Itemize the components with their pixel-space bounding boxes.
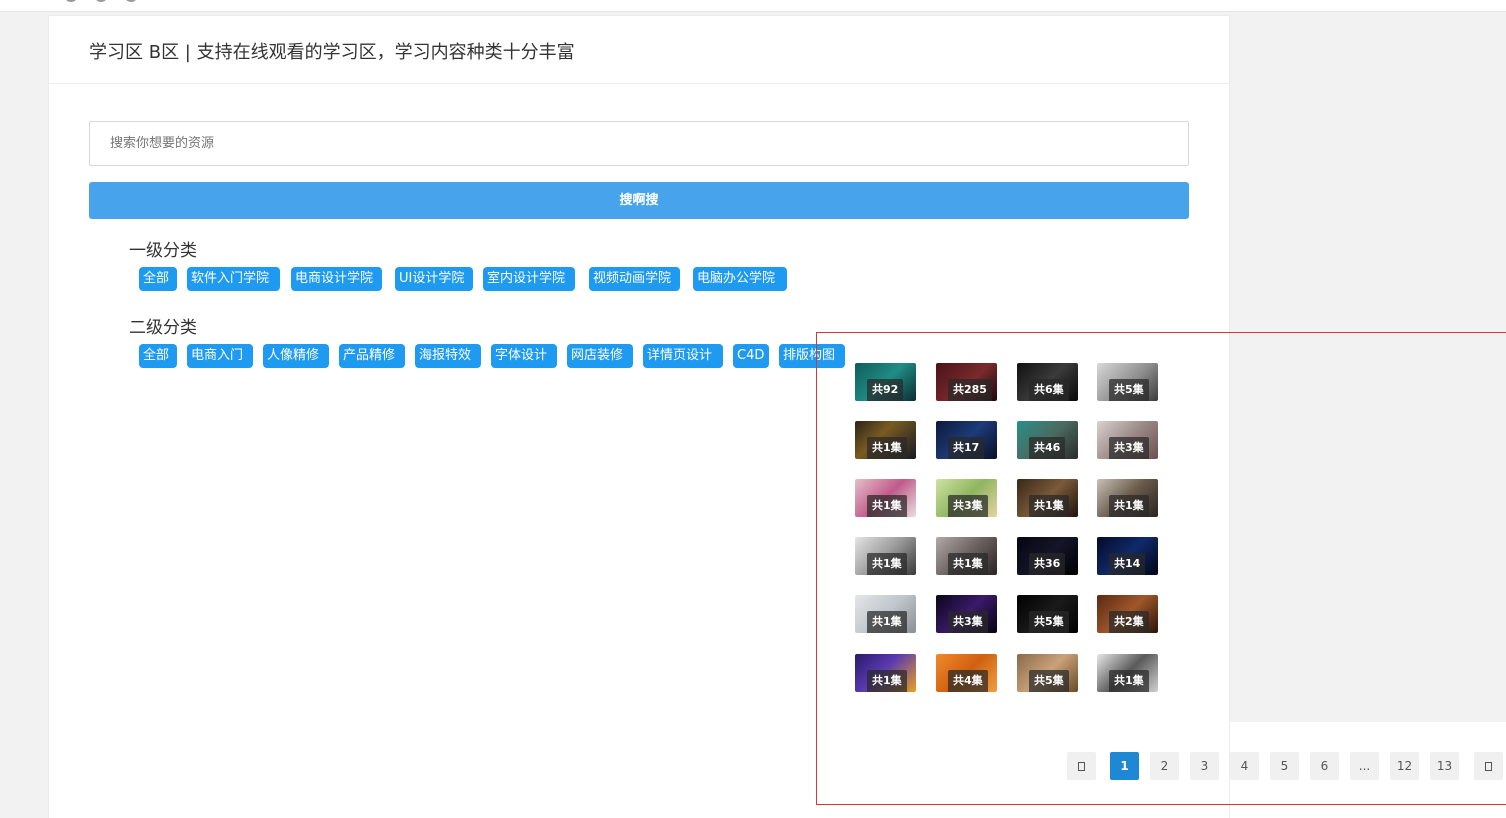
search-input[interactable] (89, 121, 1189, 166)
episode-count-badge: 共6集 (1029, 379, 1069, 401)
category-tag[interactable]: 软件入门学院 (187, 267, 280, 291)
video-thumbnail[interactable]: 共6集 (1017, 363, 1078, 401)
top-bar (0, 0, 1506, 12)
category-tag[interactable]: 海报特效 (415, 344, 481, 368)
study-area-card: 学习区 B区 | 支持在线观看的学习区，学习内容种类十分丰富 搜啊搜 一级分类 … (48, 15, 1230, 818)
episode-count-badge: 共5集 (1109, 379, 1149, 401)
video-thumbnail[interactable]: 共36 (1017, 537, 1078, 575)
episode-count-badge: 共46 (1029, 437, 1066, 459)
episode-count-badge: 共3集 (948, 611, 988, 633)
next-page-button[interactable] (1474, 752, 1503, 780)
page-button-1[interactable]: 1 (1110, 752, 1139, 780)
episode-count-badge: 共17 (948, 437, 985, 459)
page-button-2[interactable]: 2 (1150, 752, 1179, 780)
episode-count-badge: 共1集 (867, 670, 907, 692)
video-thumbnail[interactable]: 共1集 (855, 595, 916, 633)
prev-page-button[interactable] (1067, 752, 1096, 780)
page-ellipsis: ... (1350, 752, 1379, 780)
next-arrow-icon (1485, 762, 1492, 771)
video-thumbnail[interactable]: 共1集 (855, 479, 916, 517)
episode-count-badge: 共2集 (1109, 611, 1149, 633)
episode-count-badge: 共285 (948, 379, 992, 401)
category-tag[interactable]: 全部 (139, 267, 177, 291)
episode-count-badge: 共1集 (948, 553, 988, 575)
episode-count-badge: 共1集 (1109, 495, 1149, 517)
page-button-13[interactable]: 13 (1430, 752, 1459, 780)
category-tag[interactable]: 产品精修 (339, 344, 405, 368)
video-thumbnail[interactable]: 共5集 (1097, 363, 1158, 401)
video-thumbnail[interactable]: 共14 (1097, 537, 1158, 575)
category-tag[interactable]: 电商设计学院 (291, 267, 382, 291)
video-thumbnail[interactable]: 共285 (936, 363, 997, 401)
episode-count-badge: 共1集 (867, 553, 907, 575)
video-thumbnail[interactable]: 共3集 (1097, 421, 1158, 459)
episode-count-badge: 共1集 (867, 495, 907, 517)
video-thumbnail[interactable]: 共92 (855, 363, 916, 401)
category-tag[interactable]: 网店装修 (567, 344, 633, 368)
page-button-5[interactable]: 5 (1270, 752, 1299, 780)
category-tag[interactable]: 视频动画学院 (589, 267, 680, 291)
video-thumbnail[interactable]: 共4集 (936, 654, 997, 692)
page-button-12[interactable]: 12 (1390, 752, 1419, 780)
category-tag[interactable]: 人像精修 (263, 344, 329, 368)
level2-category-title: 二级分类 (129, 318, 197, 338)
category-tag[interactable]: UI设计学院 (395, 267, 473, 291)
episode-count-badge: 共1集 (867, 437, 907, 459)
episode-count-badge: 共1集 (867, 611, 907, 633)
video-thumbnail[interactable]: 共1集 (855, 421, 916, 459)
video-thumbnail[interactable]: 共3集 (936, 479, 997, 517)
video-thumbnail[interactable]: 共5集 (1017, 654, 1078, 692)
episode-count-badge: 共3集 (1109, 437, 1149, 459)
category-tag[interactable]: 详情页设计 (643, 344, 723, 368)
episode-count-badge: 共3集 (948, 495, 988, 517)
category-tag[interactable]: 电脑办公学院 (693, 267, 787, 291)
category-tag[interactable]: 全部 (139, 344, 177, 368)
video-thumbnail[interactable]: 共5集 (1017, 595, 1078, 633)
level1-category-title: 一级分类 (129, 241, 197, 261)
page-title: 学习区 B区 | 支持在线观看的学习区，学习内容种类十分丰富 (49, 16, 1229, 84)
page-button-4[interactable]: 4 (1230, 752, 1259, 780)
episode-count-badge: 共92 (867, 379, 904, 401)
episode-count-badge: 共4集 (948, 670, 988, 692)
search-button[interactable]: 搜啊搜 (89, 182, 1189, 219)
category-tag[interactable]: 排版构图 (779, 344, 845, 368)
category-tag[interactable]: 字体设计 (491, 344, 557, 368)
episode-count-badge: 共1集 (1029, 495, 1069, 517)
video-thumbnail[interactable]: 共1集 (1097, 654, 1158, 692)
prev-arrow-icon (1078, 762, 1085, 771)
top-bar-decoration (60, 0, 150, 2)
video-thumbnail[interactable]: 共1集 (936, 537, 997, 575)
episode-count-badge: 共36 (1029, 553, 1066, 575)
video-thumbnail[interactable]: 共46 (1017, 421, 1078, 459)
episode-count-badge: 共5集 (1029, 611, 1069, 633)
page-button-6[interactable]: 6 (1310, 752, 1339, 780)
video-thumbnail[interactable]: 共1集 (855, 537, 916, 575)
episode-count-badge: 共14 (1109, 553, 1146, 575)
episode-count-badge: 共1集 (1109, 670, 1149, 692)
video-thumbnail[interactable]: 共3集 (936, 595, 997, 633)
category-tag[interactable]: 室内设计学院 (483, 267, 575, 291)
category-tag[interactable]: 电商入门 (187, 344, 253, 368)
episode-count-badge: 共5集 (1029, 670, 1069, 692)
video-thumbnail[interactable]: 共17 (936, 421, 997, 459)
page-button-3[interactable]: 3 (1190, 752, 1219, 780)
video-thumbnail[interactable]: 共1集 (1017, 479, 1078, 517)
video-thumbnail[interactable]: 共2集 (1097, 595, 1158, 633)
video-thumbnail[interactable]: 共1集 (1097, 479, 1158, 517)
category-tag[interactable]: C4D (733, 344, 769, 368)
video-thumbnail[interactable]: 共1集 (855, 654, 916, 692)
